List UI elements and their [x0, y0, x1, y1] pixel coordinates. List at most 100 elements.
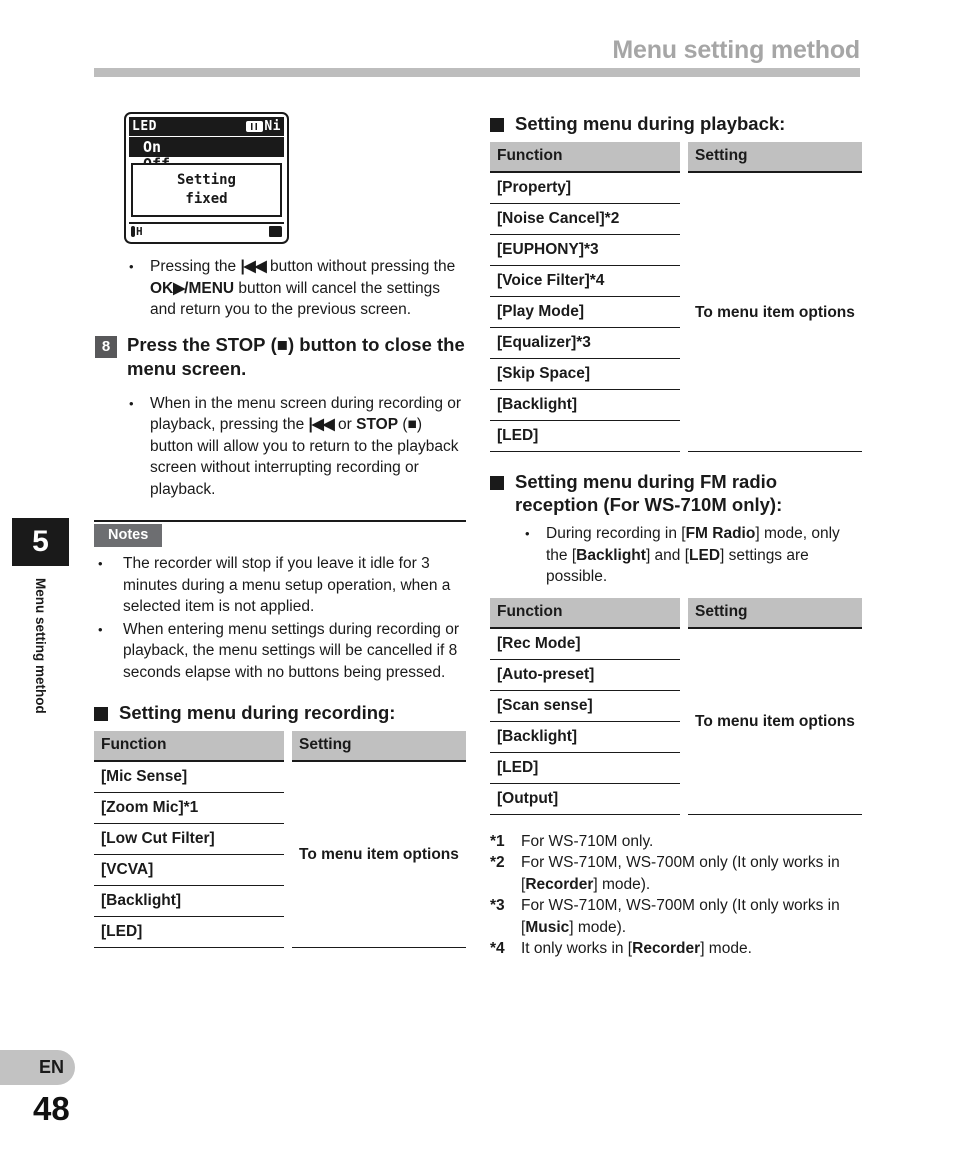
table-row: [Mic Sense] To menu item options: [94, 761, 466, 948]
fm-bullet-item: During recording in [FM Radio] mode, onl…: [490, 523, 862, 588]
chapter-number: 5: [32, 525, 49, 558]
setting-cell: To menu item options: [688, 172, 862, 452]
rewind-icon: |◀◀: [240, 258, 266, 275]
sb-mid1: or: [333, 416, 357, 433]
fm-menu-table: Function Setting [Rec Mode] To menu item…: [490, 597, 862, 815]
footnote-pre: For WS-710M only.: [521, 832, 654, 850]
note-item: When entering menu settings during recor…: [94, 619, 466, 684]
lcd-status-bar: H: [129, 222, 284, 239]
column-gap: [680, 598, 688, 628]
square-bullet-icon: [490, 476, 504, 490]
function-cell: [Noise Cancel]*2: [490, 203, 680, 235]
sb-stop-label: STOP: [356, 416, 399, 433]
function-cell: [Mic Sense]: [94, 761, 284, 793]
intro-pre: Pressing the: [150, 258, 241, 275]
step-8-block: 8 Press the STOP (■) button to close the…: [94, 333, 466, 381]
mic-icon: H: [131, 225, 143, 238]
folder-icon: [269, 226, 282, 237]
column-gap: [284, 761, 292, 948]
fm-pre: During recording in [: [546, 525, 686, 542]
playback-menu-table: Function Setting [Property] To menu item…: [490, 142, 862, 452]
step-number-badge: 8: [95, 335, 117, 358]
table-header-row: Function Setting: [94, 731, 466, 762]
fm-mid2: ] and [: [645, 546, 690, 564]
footnote-post: ] mode).: [593, 875, 651, 893]
square-bullet-icon: [94, 707, 108, 721]
fm-heading-line2: reception (For WS-710M only):: [515, 494, 783, 515]
lcd-title-text: LED: [132, 119, 157, 134]
chapter-label-text: Menu setting method: [33, 578, 48, 714]
function-cell: [Scan sense]: [490, 690, 680, 722]
lcd-selected-item: On: [129, 137, 284, 157]
footnote-item: *2 For WS-710M, WS-700M only (It only wor…: [490, 852, 862, 895]
backlight-label: Backlight: [576, 546, 646, 564]
footnote-item: *3 For WS-710M, WS-700M only (It only wor…: [490, 895, 862, 938]
section-heading-fm-text: Setting menu during FM radio reception (…: [515, 470, 782, 516]
footnotes-block: *1 For WS-710M only. *2 For WS-710M, WS-70…: [490, 831, 862, 960]
play-icon: ▶: [173, 279, 185, 297]
page-header: Menu setting method: [0, 0, 954, 88]
page-number: 48: [33, 1090, 70, 1127]
intro-mid1: button without pressing the: [265, 258, 456, 275]
square-bullet-icon: [490, 118, 504, 132]
function-cell: [Voice Filter]*4: [490, 265, 680, 297]
lcd-screen-illustration: LED Ni Off On Setting fixed H: [124, 112, 289, 244]
footnote-post: ] mode.: [700, 940, 752, 957]
lcd-title-bar: LED Ni: [129, 117, 284, 136]
function-cell: [Equalizer]*3: [490, 327, 680, 359]
function-cell: [Output]: [490, 783, 680, 815]
fm-radio-label: FM Radio: [685, 525, 756, 542]
led-label: LED: [689, 546, 721, 564]
column-gap: [284, 731, 292, 761]
step-pre: Press the: [127, 333, 216, 355]
setting-cell: To menu item options: [292, 761, 466, 948]
column-header-setting: Setting: [688, 142, 862, 173]
stop-square-icon: ■: [407, 416, 417, 433]
footnote-mark: *3: [490, 897, 505, 914]
column-gap: [680, 172, 688, 452]
menu-label: /MENU: [184, 279, 235, 297]
step-8-title: Press the STOP (■) button to close the m…: [127, 333, 466, 381]
setting-cell: To menu item options: [688, 627, 862, 815]
footnote-mark: *2: [490, 854, 505, 871]
page-title: Menu setting method: [612, 36, 860, 64]
function-cell: [Zoom Mic]*1: [94, 792, 284, 824]
section-heading-recording: Setting menu during recording:: [94, 701, 466, 724]
step-mid: (: [265, 333, 277, 355]
footnote-pre: It only works in [: [521, 940, 633, 957]
rewind-icon: |◀◀: [308, 416, 335, 433]
column-header-function: Function: [490, 142, 680, 173]
lcd-popup-message: Setting fixed: [131, 163, 282, 217]
function-cell: [EUPHONY]*3: [490, 234, 680, 266]
fm-bullet-list: During recording in [FM Radio] mode, onl…: [490, 523, 862, 588]
footnote-mark: *1: [490, 832, 505, 850]
header-rule: [94, 68, 860, 77]
notes-list: The recorder will stop if you leave it i…: [94, 553, 466, 683]
function-cell: [Play Mode]: [490, 296, 680, 328]
notes-label: Notes: [94, 524, 163, 547]
column-header-function: Function: [490, 597, 680, 629]
lcd-status-left: H: [136, 225, 143, 238]
lcd-popup-line2: fixed: [185, 191, 228, 207]
section-heading-fm: Setting menu during FM radio reception (…: [490, 470, 862, 516]
function-cell: [Auto-preset]: [490, 659, 680, 691]
section-heading-playback: Setting menu during playback:: [490, 112, 862, 135]
column-header-function: Function: [94, 731, 284, 762]
step-8-bullet-list: When in the menu screen during recording…: [94, 393, 466, 501]
function-cell: [Property]: [490, 172, 680, 204]
table-row: [Property] To menu item options: [490, 172, 862, 452]
footnote-bold: Recorder: [525, 875, 594, 893]
footnote-item: *4 It only works in [Recorder] mode.: [490, 938, 862, 960]
table-header-row: Function Setting: [490, 597, 862, 629]
language-code: EN: [38, 1057, 64, 1077]
footnote-mark: *4: [490, 940, 505, 957]
stop-label: STOP: [215, 333, 266, 355]
column-header-setting: Setting: [292, 731, 466, 762]
recording-menu-table: Function Setting [Mic Sense] To menu ite…: [94, 731, 466, 948]
column-gap: [680, 628, 688, 815]
column-header-setting: Setting: [688, 597, 862, 629]
footnote-bold: Recorder: [632, 940, 701, 957]
lcd-battery-label: Ni: [264, 119, 281, 134]
left-column: LED Ni Off On Setting fixed H: [94, 108, 466, 948]
function-cell: [Rec Mode]: [490, 627, 680, 660]
